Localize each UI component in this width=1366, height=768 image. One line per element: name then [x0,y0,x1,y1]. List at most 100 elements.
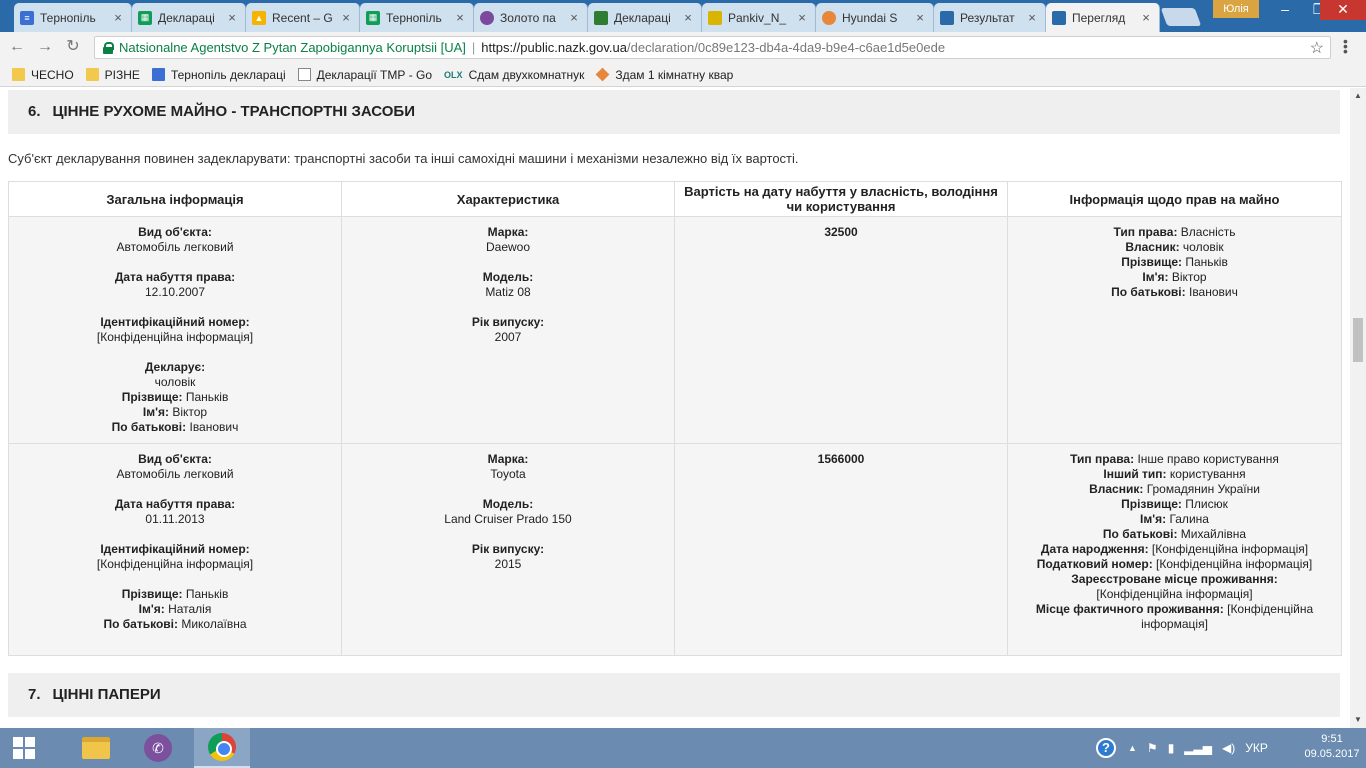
close-icon[interactable]: × [913,10,927,25]
bookmark-item[interactable]: РІЗНЕ [85,67,140,82]
tab-strip: ≡ Тернопіль × ▦ Деклараці × ▲ Recent – G… [0,0,1366,32]
price-value: 1566000 [817,452,865,466]
tray-expand-icon[interactable]: ▲ [1128,743,1137,753]
reload-icon[interactable]: ↻ [64,38,82,56]
bookmark-item[interactable]: ЧЕСНО [12,68,74,82]
tab-label: Результат [960,10,1015,25]
table-row: Вид об'єкта: Автомобіль легковий Дата наб… [8,443,1342,656]
flag-icon[interactable]: ⚑ [1147,741,1158,755]
field-value: Наталія [168,602,212,616]
close-icon[interactable]: × [225,10,239,25]
close-icon[interactable]: × [339,10,353,25]
bookmark-item[interactable]: Здам 1 кімнатну квар [595,68,733,82]
lock-icon [103,41,114,54]
field-value: 12.10.2007 [144,285,206,299]
viber-button[interactable]: ✆ [134,728,182,768]
column-header: Характеристика [341,181,675,217]
rights-cell: Тип права: Інше право користування Інший… [1007,443,1342,656]
new-tab-button[interactable] [1160,8,1202,26]
bookmark-item[interactable]: Декларації ТМР - Go [297,68,432,82]
bookmark-item[interactable]: Тернопіль деклараці [151,67,286,82]
bookmark-label: РІЗНЕ [104,67,140,82]
folder-icon [12,68,25,81]
battery-icon[interactable]: ▮ [1168,741,1175,755]
browser-tab[interactable]: Золото па × [474,3,588,32]
olx-icon [822,10,836,25]
scroll-thumb[interactable] [1353,318,1363,362]
bookmark-item[interactable]: OLX Сдам двухкомнатнук [444,68,584,82]
vehicles-table: Загальна інформація Характеристика Варті… [8,181,1342,656]
volume-icon[interactable]: ◀) [1222,741,1235,755]
bookmark-label: ЧЕСНО [31,67,74,82]
close-icon[interactable]: × [111,10,125,25]
field-label: Ім'я: [142,405,169,419]
tab-label: Деклараці [158,10,215,25]
price-cell: 32500 [674,216,1008,444]
page-content: 6. ЦІННЕ РУХОМЕ МАЙНО - ТРАНСПОРТНІ ЗАСОБ… [0,88,1350,728]
field-value: Паньків [1185,255,1228,269]
field-value: 2015 [494,557,522,571]
docs-icon: ≡ [20,10,34,25]
field-value: 01.11.2013 [145,512,205,526]
tab-label: Hyundai S [842,10,898,25]
column-header: Вартість на дату набуття у власність, во… [674,181,1008,217]
browser-tab[interactable]: ▦ Тернопіль × [360,3,474,32]
close-icon[interactable]: × [795,10,809,25]
profile-button[interactable]: Юлія [1213,0,1259,18]
browser-toolbar: ← → ↻ Natsionalne Agentstvo Z Pytan Zapo… [0,32,1366,63]
field-label: Вид об'єкта: [138,452,212,466]
price-value: 32500 [824,225,858,239]
browser-tab[interactable]: Результат × [934,3,1046,32]
tab-label: Recent – G [272,10,333,25]
field-label: Ім'я: [1142,270,1169,284]
language-indicator[interactable]: УКР [1245,741,1268,755]
clock[interactable]: 9:51 09.05.2017 [1300,732,1364,762]
bookmark-label: Тернопіль деклараці [170,67,286,82]
drive-icon: ▲ [252,10,266,25]
help-icon[interactable]: ? [1096,738,1116,758]
field-value: Іванович [189,420,239,434]
field-value: [Конфіденційна інформація] [96,330,254,344]
forward-icon[interactable]: → [36,38,54,56]
close-icon[interactable]: × [681,10,695,25]
browser-tab[interactable]: Hyundai S × [816,3,934,32]
field-label: По батькові: [111,420,187,434]
network-icon[interactable]: ▂▃▅ [1184,741,1212,755]
browser-tab[interactable]: Деклараці × [588,3,702,32]
browser-tab[interactable]: ≡ Тернопіль × [14,3,132,32]
browser-tab[interactable]: Pankiv_N_ × [702,3,816,32]
close-icon[interactable]: × [567,10,581,25]
chrome-button[interactable] [194,728,250,768]
rights-cell: Тип права: Власність Власник: чоловік Пр… [1007,216,1342,444]
field-label: По батькові: [1111,285,1186,299]
close-window-button[interactable]: ✕ [1320,0,1366,20]
general-info-cell: Вид об'єкта: Автомобіль легковий Дата наб… [8,216,342,444]
field-label: Тип права: [1113,225,1178,239]
close-icon[interactable]: × [453,10,467,25]
windows-icon [13,737,35,759]
browser-tab[interactable]: ▲ Recent – G × [246,3,360,32]
back-icon[interactable]: ← [8,38,26,56]
scroll-down-icon[interactable]: ▼ [1350,712,1366,728]
field-label: Прізвище: [121,390,183,404]
field-value: Іванович [1188,285,1238,299]
browser-tab[interactable]: ▦ Деклараці × [132,3,246,32]
olx-icon: OLX [444,69,463,80]
menu-icon[interactable]: • • • [1343,34,1348,58]
field-value: Віктор [172,405,208,419]
minimize-button[interactable]: – [1268,0,1302,20]
close-icon[interactable]: × [1139,10,1153,25]
field-label: Зареєстроване місце проживання: [1071,572,1278,586]
vertical-scrollbar[interactable]: ▲ ▼ [1350,88,1366,728]
browser-tab-active[interactable]: Перегляд × [1046,3,1160,32]
bookmark-star-icon[interactable]: ☆ [1310,38,1324,58]
bookmark-label: Сдам двухкомнатнук [468,67,585,82]
field-label: Ім'я: [138,602,165,616]
start-button[interactable] [0,728,48,768]
address-bar[interactable]: Natsionalne Agentstvo Z Pytan Zapobigann… [94,36,1331,59]
close-icon[interactable]: × [1025,10,1039,25]
scroll-up-icon[interactable]: ▲ [1350,88,1366,104]
clock-date: 09.05.2017 [1304,748,1360,760]
file-explorer-button[interactable] [72,728,120,768]
field-value: [Конфіденційна інформація] [1151,542,1309,556]
